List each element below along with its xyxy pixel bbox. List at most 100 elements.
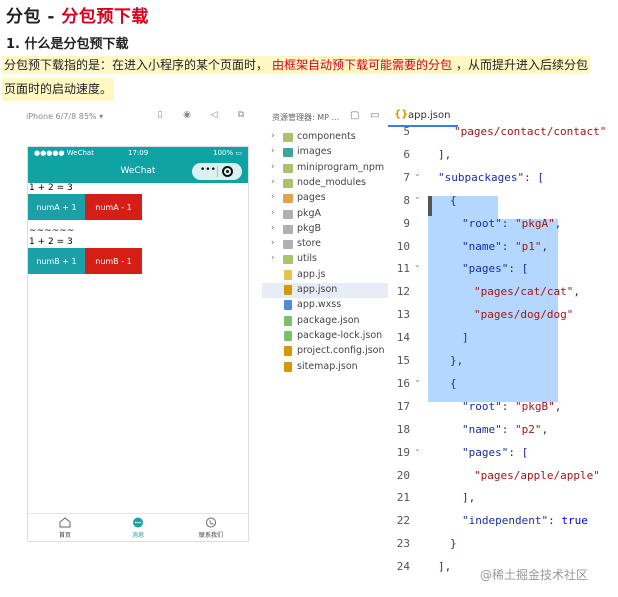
tree-item-pkgb[interactable]: › pkgB: [262, 222, 388, 237]
tree-item-pages[interactable]: › pages: [262, 191, 388, 206]
fold-chevron-icon[interactable]: ⌄: [414, 260, 421, 269]
file-icon: [284, 330, 292, 341]
sum-text-b: 1 + 2 = 3: [29, 237, 73, 247]
new-folder-icon[interactable]: ▭: [370, 110, 379, 121]
code-line: "root": "pkgB",: [462, 399, 562, 413]
line-number: 22: [396, 514, 410, 528]
code-line: }: [450, 537, 457, 551]
folder-icon: [283, 240, 293, 250]
code-editor[interactable]: 5 6 7 ⌄ 8 ⌄ 9 10 11 ⌄ 12 13 14 15 16 ⌄ 17 18 19 ⌄ 20 21 22 23 24…: [388, 125, 618, 597]
tree-item-app-js[interactable]: app.js: [262, 268, 388, 283]
tree-item-pkga[interactable]: › pkgA: [262, 207, 388, 222]
tree-item-app-json[interactable]: app.json: [262, 283, 388, 298]
tree-item-package-lock-json[interactable]: package-lock.json: [262, 329, 388, 344]
selection-block: [428, 196, 498, 219]
folder-icon: [283, 224, 293, 234]
home-icon: [59, 517, 71, 528]
tree-item-miniprogram-npm[interactable]: › miniprogram_npm: [262, 161, 388, 176]
volume-icon[interactable]: ◁: [208, 110, 220, 122]
tab-contact-label: 联系我们: [198, 532, 223, 539]
line-number: 23: [396, 537, 410, 551]
code-line: "independent": true: [462, 514, 588, 528]
chevron-right-icon: ›: [271, 192, 275, 203]
status-bar: ●●●●● WeChat 17:09 100% ▭: [28, 147, 248, 159]
new-file-icon[interactable]: ▢: [350, 110, 359, 121]
chevron-right-icon: ›: [271, 238, 275, 249]
fold-chevron-icon[interactable]: ⌄: [414, 192, 421, 201]
device-select[interactable]: iPhone 6/7/8 85% ▾: [26, 112, 103, 121]
desc-red: 由框架自动预下载可能需要的分包: [270, 56, 455, 74]
record-icon[interactable]: ◉: [181, 110, 193, 122]
numa-minus-button[interactable]: numA - 1: [85, 194, 142, 220]
code-line: "pages/contact/contact": [454, 125, 607, 138]
tree-item-components[interactable]: › components: [262, 130, 388, 145]
tree-item-label: store: [297, 238, 322, 250]
tree-item-app-wxss[interactable]: app.wxss: [262, 298, 388, 313]
chevron-right-icon: ›: [271, 131, 275, 141]
capsule-menu[interactable]: •••: [192, 163, 242, 180]
line-number: 20: [396, 468, 410, 482]
tab-message[interactable]: 消息: [113, 517, 163, 539]
numb-minus-button[interactable]: numB - 1: [85, 248, 142, 274]
folder-icon: [283, 209, 293, 219]
folder-icon: [283, 194, 293, 204]
line-number: 7: [403, 170, 410, 184]
line-number: 13: [396, 308, 410, 322]
tree-item-store[interactable]: › store: [262, 237, 388, 252]
chevron-right-icon: ›: [271, 146, 275, 157]
tab-home[interactable]: 首页: [40, 517, 90, 539]
file-icon: [284, 346, 292, 357]
file-tree: › components › images › miniprogram_npm › node_…: [262, 128, 388, 597]
tree-item-label: pkgA: [297, 207, 322, 219]
status-time: 17:09: [128, 149, 149, 157]
line-number: 10: [396, 239, 410, 253]
capsule-divider: [217, 166, 218, 177]
tree-item-package-json[interactable]: package.json: [262, 314, 388, 329]
code-line: "pages": [: [462, 445, 529, 459]
fold-chevron-icon[interactable]: ⌄: [414, 375, 421, 384]
code-line: ],: [438, 560, 452, 574]
tree-item-label: app.js: [297, 268, 326, 280]
message-icon: [133, 517, 143, 528]
watermark: @稀土掘金技术社区: [480, 568, 589, 582]
chevron-right-icon: ›: [271, 207, 275, 218]
line-number: 16: [396, 376, 410, 390]
fold-chevron-icon[interactable]: ⌄: [414, 169, 421, 178]
tilde-divider: ~~~~~~: [29, 226, 75, 236]
tree-item-utils[interactable]: › utils: [262, 252, 388, 267]
title-prefix: 分包: [6, 7, 41, 27]
chevron-right-icon: ›: [271, 253, 275, 264]
tree-item-node-modules[interactable]: › node_modules: [262, 176, 388, 191]
code-line: "subpackages": [: [438, 170, 544, 184]
tree-item-label: node_modules: [297, 176, 367, 188]
button-row-b: numB + 1 numB - 1: [28, 248, 248, 274]
tree-item-sitemap-json[interactable]: sitemap.json: [262, 360, 388, 375]
text-cursor: [428, 196, 432, 216]
fold-chevron-icon[interactable]: ⌄: [414, 444, 421, 453]
section-subtitle: 1. 什么是分包预下载: [6, 37, 129, 52]
tree-item-images[interactable]: › images: [262, 145, 388, 160]
phone-icon[interactable]: ▯: [154, 110, 166, 122]
tab-contact[interactable]: 联系我们: [186, 517, 236, 539]
line-number: 19: [396, 445, 410, 459]
chevron-right-icon: ›: [271, 161, 275, 172]
line-number: 12: [396, 285, 410, 299]
tree-item-project-config-json[interactable]: project.config.json: [262, 344, 388, 359]
folder-icon: [283, 133, 293, 142]
code-area[interactable]: "pages/contact/contact"], "subpackages": …: [428, 125, 618, 597]
line-number: 17: [396, 399, 410, 413]
numb-plus-button[interactable]: numB + 1: [28, 248, 85, 274]
code-line: "root": "pkgA",: [462, 216, 562, 230]
editor-tab-app-json[interactable]: {} app.json: [388, 105, 458, 127]
line-number: 18: [396, 422, 410, 436]
battery-label: 100% ▭: [213, 149, 242, 157]
editor-tab-label: app.json: [408, 110, 451, 121]
more-icon[interactable]: •••: [200, 165, 216, 175]
detach-icon[interactable]: ⧉: [235, 110, 247, 122]
code-line: ],: [462, 491, 476, 505]
tree-item-label: components: [297, 131, 356, 142]
numa-plus-button[interactable]: numA + 1: [28, 194, 85, 220]
code-line: ]: [462, 331, 469, 345]
close-mini-icon[interactable]: [222, 166, 233, 177]
sum-text-a: 1 + 2 = 3: [29, 183, 73, 193]
